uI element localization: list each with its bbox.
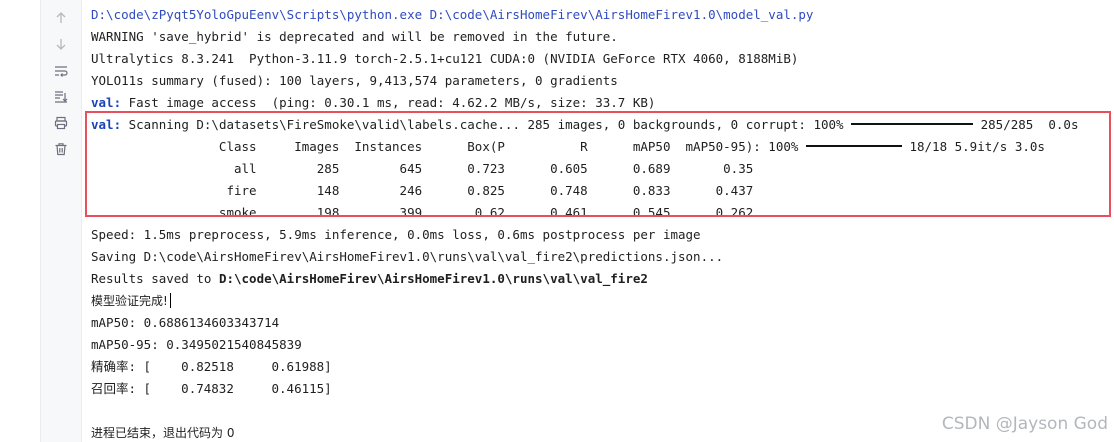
done-line: 模型验证完成! [91, 290, 1111, 312]
scan-text: Scanning D:\datasets\FireSmoke\valid\lab… [121, 117, 844, 132]
done-text: 模型验证完成! [91, 294, 168, 308]
scan-line: val: Scanning D:\datasets\FireSmoke\vali… [91, 114, 1111, 136]
scan-tail: 285/285 0.0s [973, 117, 1079, 132]
results-prefix: Results saved to [91, 271, 219, 286]
header-tail: 18/18 5.9it/s 3.0s [901, 139, 1045, 154]
metrics-row-fire: fire 148 246 0.825 0.748 0.833 0.437 [91, 183, 754, 198]
precision-line: 精确率: [ 0.82518 0.61988] [91, 359, 332, 374]
watermark: CSDN @Jayson God [941, 414, 1108, 434]
environment-line: Ultralytics 8.3.241 Python-3.11.9 torch-… [91, 51, 799, 66]
run-console-window: D:\code\zPyqt5YoloGpuEenv\Scripts\python… [0, 0, 1114, 442]
scan-progress-bar [851, 123, 974, 125]
results-path[interactable]: D:\code\AirsHomeFirev\AirsHomeFirev1.0\r… [219, 271, 648, 286]
console-toolbar [40, 0, 82, 442]
saving-line: Saving D:\code\AirsHomeFirev\AirsHomeFir… [91, 249, 724, 264]
fast-access-line: val: Fast image access (ping: 0.30.1 ms,… [91, 92, 1111, 114]
print-icon[interactable] [53, 115, 69, 131]
text-cursor [169, 293, 171, 308]
console-output[interactable]: D:\code\zPyqt5YoloGpuEenv\Scripts\python… [91, 4, 1111, 442]
map50-line: mAP50: 0.6886134603343714 [91, 315, 280, 330]
metrics-header-line: Class Images Instances Box(P R mAP50 mAP… [91, 136, 1111, 158]
results-line: Results saved to D:\code\AirsHomeFirev\A… [91, 268, 1111, 290]
trash-icon[interactable] [53, 141, 69, 157]
soft-wrap-icon[interactable] [53, 63, 69, 79]
arrow-up-icon[interactable] [53, 10, 69, 26]
validation-progress-bar [805, 145, 902, 147]
command-line[interactable]: D:\code\zPyqt5YoloGpuEenv\Scripts\python… [91, 4, 1111, 26]
scroll-to-end-icon[interactable] [53, 89, 69, 105]
val-prefix: val: [91, 117, 122, 132]
fast-access-text: Fast image access (ping: 0.30.1 ms, read… [121, 95, 656, 110]
model-summary-line: YOLO11s summary (fused): 100 layers, 9,4… [91, 73, 618, 88]
recall-line: 召回率: [ 0.74832 0.46115] [91, 381, 332, 396]
arrow-down-icon[interactable] [53, 36, 69, 52]
metrics-row-smoke: smoke 198 399 0.62 0.461 0.545 0.262 [91, 205, 754, 220]
metrics-header: Class Images Instances Box(P R mAP50 mAP… [91, 139, 799, 154]
metrics-row-all: all 285 645 0.723 0.605 0.689 0.35 [91, 161, 754, 176]
speed-line: Speed: 1.5ms preprocess, 5.9ms inference… [91, 227, 701, 242]
warning-line: WARNING 'save_hybrid' is deprecated and … [91, 29, 618, 44]
map50-95-line: mAP50-95: 0.3495021540845839 [91, 337, 302, 352]
val-prefix: val: [91, 95, 122, 110]
